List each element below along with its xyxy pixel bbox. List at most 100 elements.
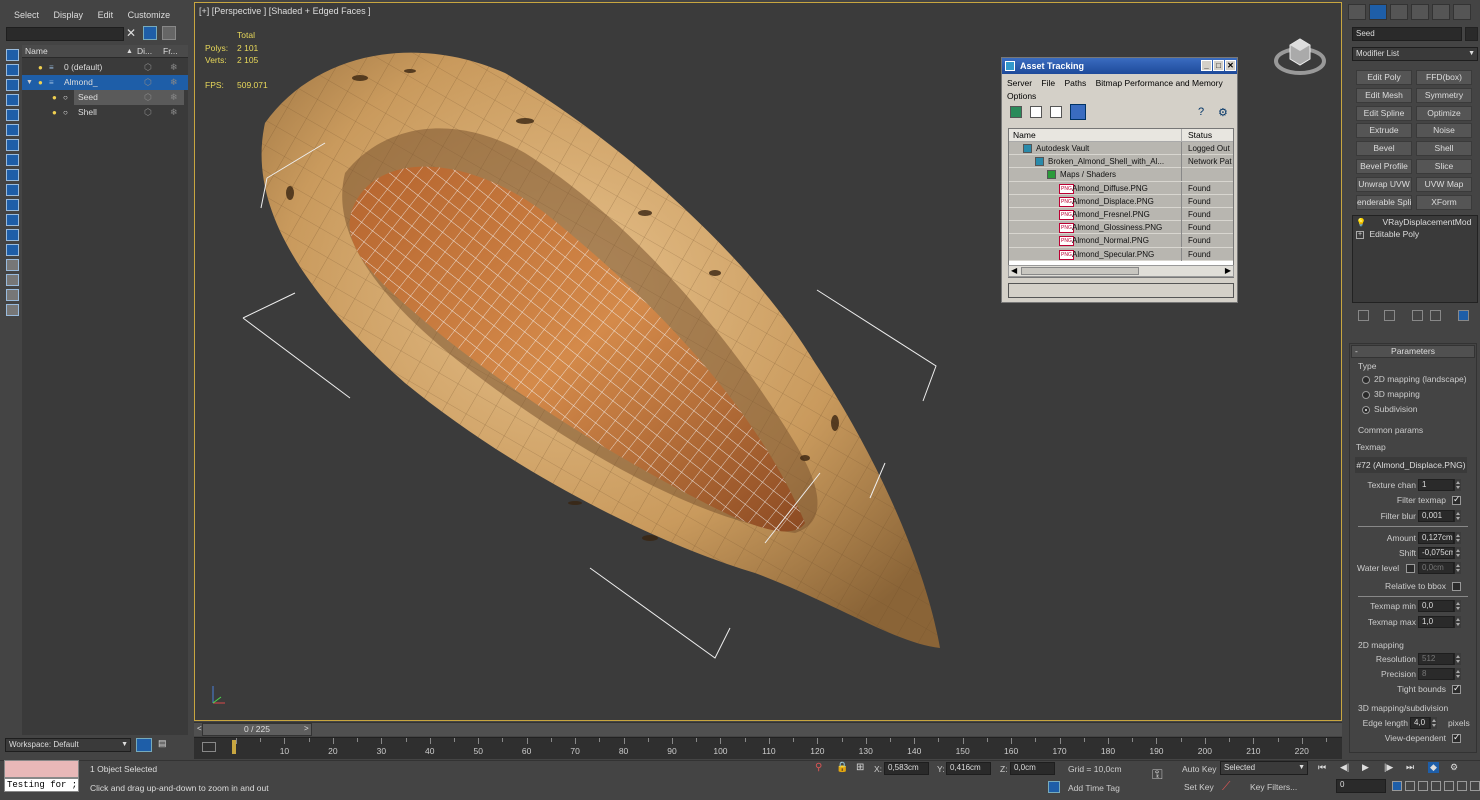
utilities-tab-icon[interactable] xyxy=(1453,4,1471,20)
zoom-extents-icon[interactable] xyxy=(1418,781,1428,791)
options-icon[interactable]: ▤ xyxy=(158,738,167,749)
make-unique-icon[interactable] xyxy=(1412,310,1423,321)
tree-row[interactable]: ● ○ Seed ⬡ ❄ xyxy=(22,90,188,105)
shift-field[interactable]: -0,075cm xyxy=(1418,547,1462,559)
asset-row[interactable]: PNG Almond_Specular.PNG Found xyxy=(1009,247,1233,261)
display-icon[interactable]: ⬡ xyxy=(144,75,152,90)
spinner-icon[interactable] xyxy=(1454,547,1461,559)
spinner-icon[interactable] xyxy=(1454,616,1461,628)
asset-row[interactable]: PNG Almond_Glossiness.PNG Found xyxy=(1009,221,1233,235)
path-field[interactable] xyxy=(1008,283,1234,298)
maxscript-input[interactable]: Testing for ; xyxy=(4,778,79,792)
prev-frame-icon[interactable]: ◀| xyxy=(1340,762,1349,773)
menu-select[interactable]: Select xyxy=(14,10,39,20)
asset-row[interactable]: PNG Almond_Diffuse.PNG Found xyxy=(1009,181,1233,195)
explorer-tool-icon[interactable] xyxy=(6,169,19,181)
lock-icon[interactable]: 🔒 xyxy=(836,762,848,773)
asset-row[interactable]: Broken_Almond_Shell_with_Al... Network Pa… xyxy=(1009,155,1233,169)
auto-key-button[interactable]: Auto Key xyxy=(1182,764,1217,774)
modifier-button[interactable]: Symmetry xyxy=(1416,87,1472,103)
object-name-field[interactable]: Seed xyxy=(1352,27,1462,41)
close-button[interactable]: ✕ xyxy=(1225,60,1236,71)
next-frame-icon[interactable]: > xyxy=(304,724,309,733)
field-of-view-icon[interactable] xyxy=(1431,781,1441,791)
horizontal-scrollbar[interactable]: ◀ ▶ xyxy=(1008,265,1234,277)
explorer-tool-icon[interactable] xyxy=(6,214,19,226)
radio-button[interactable] xyxy=(1362,405,1370,414)
menu-edit[interactable]: Edit xyxy=(98,10,114,20)
modifier-button[interactable]: Edit Mesh xyxy=(1356,87,1412,103)
configure-sets-icon[interactable] xyxy=(1458,310,1469,321)
set-key-button[interactable]: Set Key xyxy=(1184,782,1214,792)
menu-server[interactable]: Server xyxy=(1007,78,1032,88)
explorer-tool-icon[interactable] xyxy=(6,109,19,121)
transform-mode-icon[interactable]: ⊞ xyxy=(856,762,864,773)
type-option[interactable]: 3D mapping xyxy=(1362,389,1420,399)
maximize-button[interactable]: □ xyxy=(1213,60,1224,71)
modifier-button[interactable]: Optimize xyxy=(1416,105,1472,121)
play-icon[interactable]: ▶ xyxy=(1362,762,1369,773)
explorer-tool-icon[interactable] xyxy=(6,49,19,61)
scroll-left-icon[interactable]: ◀ xyxy=(1011,266,1017,275)
modifier-button[interactable]: enderable Splin xyxy=(1356,194,1412,210)
parameters-title[interactable]: - Parameters xyxy=(1351,345,1475,358)
time-slider[interactable]: < 0 / 225 > xyxy=(194,722,1342,736)
filter-icon[interactable] xyxy=(143,26,157,40)
workspace-dropdown[interactable]: Workspace: Default ▼ xyxy=(5,738,131,752)
minimize-button[interactable]: _ xyxy=(1201,60,1212,71)
asset-row[interactable]: Maps / Shaders xyxy=(1009,168,1233,182)
column-display[interactable]: Di... xyxy=(137,45,152,58)
zoom-all-icon[interactable] xyxy=(1405,781,1415,791)
scroll-thumb[interactable] xyxy=(1021,267,1139,275)
zoom-icon[interactable] xyxy=(1392,781,1402,791)
table-view-icon[interactable] xyxy=(1070,104,1086,120)
filter-texmap-checkbox[interactable] xyxy=(1452,494,1461,505)
modifier-button[interactable]: Unwrap UVW xyxy=(1356,176,1412,192)
motion-tab-icon[interactable] xyxy=(1411,4,1429,20)
spinner-icon[interactable] xyxy=(1454,562,1461,574)
texmap-max-field[interactable]: 1,0 xyxy=(1418,616,1462,628)
modify-tab-icon[interactable] xyxy=(1369,4,1387,20)
modifier-button[interactable]: UVW Map xyxy=(1416,176,1472,192)
time-config-icon[interactable]: ⚙ xyxy=(1450,762,1458,773)
tree-row[interactable]: ● ≡ 0 (default) ⬡ ❄ xyxy=(22,60,188,75)
create-tab-icon[interactable] xyxy=(1348,4,1366,20)
scroll-right-icon[interactable]: ▶ xyxy=(1225,266,1231,275)
explorer-tool-icon[interactable] xyxy=(6,184,19,196)
show-end-result-icon[interactable] xyxy=(1384,310,1395,321)
explorer-tool-icon[interactable] xyxy=(6,199,19,211)
display-icon[interactable]: ⬡ xyxy=(144,60,152,75)
texture-chan-field[interactable]: 1 xyxy=(1418,479,1462,491)
current-frame-field[interactable]: 0 xyxy=(1336,779,1386,793)
column-name[interactable]: Name xyxy=(25,45,48,58)
viewcube[interactable] xyxy=(1273,31,1327,77)
explorer-tool-icon[interactable] xyxy=(6,274,19,286)
display-icon[interactable]: ⬡ xyxy=(144,90,152,105)
resolution-field[interactable]: 512 xyxy=(1418,653,1462,665)
display-icon[interactable]: ⬡ xyxy=(144,105,152,120)
list-view-icon[interactable] xyxy=(1030,106,1042,118)
spinner-icon[interactable] xyxy=(1454,532,1461,544)
pin-stack-icon[interactable] xyxy=(1358,310,1369,321)
asset-row[interactable]: PNG Almond_Normal.PNG Found xyxy=(1009,234,1233,248)
freeze-icon[interactable]: ❄ xyxy=(170,75,178,90)
menu-display[interactable]: Display xyxy=(54,10,84,20)
freeze-icon[interactable]: ❄ xyxy=(170,105,178,120)
edge-length-field[interactable]: 4,0 xyxy=(1410,717,1438,729)
precision-field[interactable]: 8 xyxy=(1418,668,1462,680)
key-icon[interactable]: ⚿ xyxy=(1152,766,1163,783)
spinner-icon[interactable] xyxy=(1454,510,1461,522)
go-to-start-icon[interactable]: ⏮ xyxy=(1318,762,1326,773)
modifier-button[interactable]: Slice xyxy=(1416,159,1472,174)
layer-manager-icon[interactable] xyxy=(136,738,152,752)
tree-row[interactable]: ▼ ● ≡ Almond_ ⬡ ❄ xyxy=(22,75,188,90)
explorer-tool-icon[interactable] xyxy=(6,289,19,301)
hierarchy-tab-icon[interactable] xyxy=(1390,4,1408,20)
maxscript-listener[interactable] xyxy=(4,760,79,778)
set-keys-icon[interactable]: ⟋ xyxy=(1222,779,1230,794)
view-dependent-checkbox[interactable] xyxy=(1452,732,1461,743)
modifier-button[interactable]: Shell xyxy=(1416,141,1472,157)
selection-set-dropdown[interactable]: Selected ▼ xyxy=(1220,761,1308,775)
help-icon[interactable]: ? xyxy=(1198,106,1204,118)
explorer-tool-icon[interactable] xyxy=(6,79,19,91)
